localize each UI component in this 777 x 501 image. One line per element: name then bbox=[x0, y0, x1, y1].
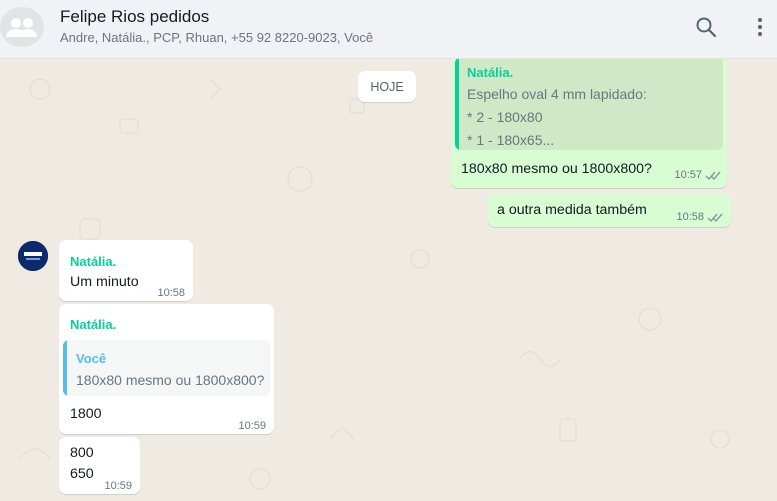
message-time: 10:58 bbox=[676, 211, 704, 223]
message-time: 10:59 bbox=[238, 420, 266, 432]
quoted-line: * 1 - 180x65... bbox=[467, 132, 555, 148]
message-meta: 10:57 bbox=[674, 166, 721, 185]
message-time: 10:58 bbox=[157, 287, 185, 299]
message-time: 10:57 bbox=[674, 169, 702, 181]
message-time: 10:59 bbox=[104, 480, 132, 492]
message-outgoing[interactable]: Natália. Espelho oval 4 mm lapidado: * 2… bbox=[451, 59, 727, 188]
message-line: 800 bbox=[70, 445, 94, 461]
quoted-line: 180x80 mesmo ou 1800x800? bbox=[76, 372, 265, 388]
quoted-message[interactable]: Você 180x80 mesmo ou 1800x800? bbox=[63, 340, 270, 396]
search-icon[interactable] bbox=[693, 14, 719, 40]
quote-accent-bar bbox=[63, 340, 67, 396]
message-line: 650 bbox=[70, 466, 94, 482]
message-list[interactable]: HOJE Natália. Espelho oval 4 mm lapidado… bbox=[0, 59, 777, 501]
quoted-message[interactable]: Natália. Espelho oval 4 mm lapidado: * 2… bbox=[455, 59, 723, 150]
message-meta: 10:58 bbox=[676, 208, 723, 227]
message-sender: Natália. bbox=[70, 317, 117, 332]
message-text: 1800 bbox=[70, 406, 102, 422]
date-separator: HOJE bbox=[358, 71, 416, 102]
message-text: a outra medida também bbox=[497, 202, 647, 218]
quoted-line: * 2 - 180x80 bbox=[467, 109, 543, 125]
menu-icon[interactable] bbox=[747, 14, 773, 40]
quoted-sender: Você bbox=[76, 351, 107, 366]
participants-list[interactable]: Andre, Natália., PCP, Rhuan, +55 92 8220… bbox=[60, 30, 373, 45]
message-text: Um minuto bbox=[70, 274, 139, 290]
quoted-line: Espelho oval 4 mm lapidado: bbox=[467, 86, 647, 102]
message-incoming[interactable]: 800 650 10:59 bbox=[59, 437, 140, 494]
sender-avatar[interactable] bbox=[18, 241, 48, 271]
chat-header: Felipe Rios pedidos Andre, Natália., PCP… bbox=[0, 0, 777, 59]
quote-accent-bar bbox=[455, 59, 459, 150]
read-ticks-icon bbox=[707, 213, 723, 223]
group-avatar-icon[interactable] bbox=[0, 7, 44, 47]
read-ticks-icon bbox=[705, 171, 721, 181]
message-outgoing[interactable]: a outra medida também 10:58 bbox=[488, 194, 731, 227]
quoted-sender: Natália. bbox=[467, 65, 514, 80]
message-sender: Natália. bbox=[70, 254, 117, 269]
message-incoming[interactable]: Natália. Um minuto 10:58 bbox=[59, 240, 193, 301]
message-text: 180x80 mesmo ou 1800x800? bbox=[461, 161, 652, 177]
message-incoming[interactable]: Natália. Você 180x80 mesmo ou 1800x800? … bbox=[59, 304, 274, 434]
chat-title[interactable]: Felipe Rios pedidos bbox=[60, 7, 209, 27]
